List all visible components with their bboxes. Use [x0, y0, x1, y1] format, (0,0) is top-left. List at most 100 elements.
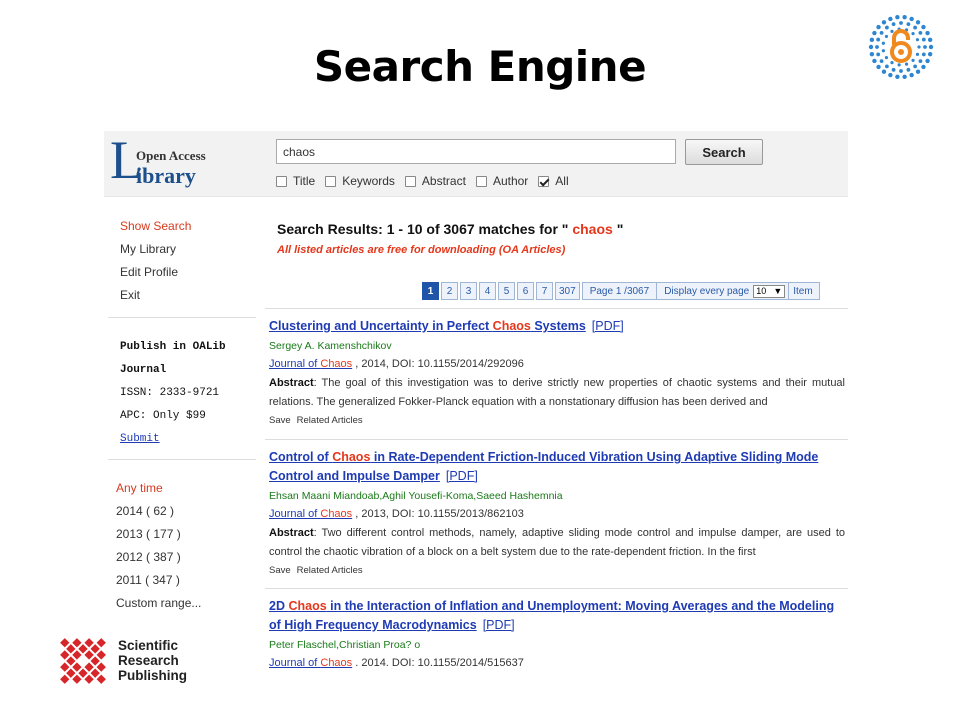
- filter-all[interactable]: All: [538, 174, 569, 188]
- sidebar-item-my-library[interactable]: My Library: [120, 238, 191, 261]
- srp-line-1: Scientific: [118, 638, 179, 653]
- screenshot-panel: L Open Access ibrary Search Title Keywor…: [104, 131, 848, 679]
- pdf-link[interactable]: [PDF]: [483, 618, 515, 632]
- save-link[interactable]: Save: [269, 565, 291, 576]
- journal-link[interactable]: Journal of Chaos: [269, 657, 352, 669]
- oa-dot: [876, 52, 881, 57]
- srp-square: [90, 644, 100, 654]
- oa-dot: [913, 25, 918, 30]
- oa-dot: [899, 21, 903, 25]
- oa-dot: [884, 64, 889, 69]
- filter-label: All: [555, 174, 569, 188]
- time-filter-any[interactable]: Any time: [116, 477, 201, 500]
- time-filter-custom[interactable]: Custom range...: [116, 592, 201, 615]
- result-title-link[interactable]: Clustering and Uncertainty in Perfect Ch…: [269, 317, 845, 336]
- open-access-library-logo[interactable]: L Open Access ibrary: [110, 133, 230, 191]
- oa-dot: [904, 62, 909, 66]
- srp-square: [84, 674, 94, 684]
- title-text: Clustering and Uncertainty in Perfect: [269, 319, 493, 333]
- srp-square: [96, 650, 106, 660]
- filter-author-checkbox[interactable]: [475, 175, 487, 187]
- sidebar-item-exit[interactable]: Exit: [120, 284, 191, 307]
- filter-label: Abstract: [421, 174, 466, 188]
- oa-dot: [915, 38, 920, 42]
- page-link-1[interactable]: 1: [422, 282, 439, 300]
- page-link-5[interactable]: 5: [498, 282, 515, 300]
- page-link-6[interactable]: 6: [517, 282, 534, 300]
- journal-name: Journal of: [269, 508, 321, 520]
- submit-link[interactable]: Submit: [120, 428, 226, 451]
- oa-dot: [915, 20, 921, 25]
- sidebar-item-edit-profile[interactable]: Edit Profile: [120, 261, 191, 284]
- oa-dot: [913, 64, 918, 69]
- page-link-2[interactable]: 2: [441, 282, 458, 300]
- abstract-text: : The goal of this investigation was to …: [269, 377, 845, 408]
- srp-square: [78, 644, 88, 654]
- page-info: Page 1 /3067: [581, 282, 658, 300]
- filter-keywords-checkbox[interactable]: [325, 175, 337, 187]
- issn-text: ISSN: 2333-9721: [120, 387, 220, 399]
- pdf-link[interactable]: [PDF]: [592, 319, 624, 333]
- filter-abstract[interactable]: Abstract: [404, 174, 466, 188]
- page-link-3[interactable]: 3: [460, 282, 477, 300]
- result-title-link[interactable]: 2D Chaos in the Interaction of Inflation…: [269, 597, 845, 635]
- oa-dot: [918, 59, 923, 64]
- oa-dot: [876, 37, 881, 42]
- oa-dot: [881, 20, 887, 25]
- title-text: 2D: [269, 599, 289, 613]
- results-heading-prefix: Search Results: 1 - 10 of 3067 matches f…: [277, 221, 569, 237]
- page-link-last[interactable]: 307: [555, 282, 580, 300]
- filter-title-checkbox[interactable]: [276, 175, 287, 187]
- search-button[interactable]: Search: [685, 139, 763, 165]
- oa-dot: [925, 58, 930, 64]
- page-link-4[interactable]: 4: [479, 282, 496, 300]
- sidebar-item-show-search[interactable]: Show Search: [120, 215, 191, 238]
- journal-name: Journal of: [269, 358, 321, 370]
- oa-dot: [890, 29, 894, 34]
- oa-dot: [906, 22, 911, 27]
- result-authors: Peter Flaschel,Christian Proa? o: [269, 639, 421, 651]
- abstract-label: Abstract: [269, 377, 314, 389]
- filter-title[interactable]: Title: [276, 174, 315, 188]
- save-link[interactable]: Save: [269, 415, 291, 426]
- filter-label: Author: [492, 174, 529, 188]
- display-every-page: Display every page 10 ▼: [657, 282, 790, 300]
- result-actions: Save Related Articles: [269, 563, 845, 579]
- page-link-7[interactable]: 7: [536, 282, 553, 300]
- time-filter-2011[interactable]: 2011 ( 347 ): [116, 569, 201, 592]
- time-filter-2013[interactable]: 2013 ( 177 ): [116, 523, 201, 546]
- oa-dot: [872, 58, 877, 64]
- pdf-link[interactable]: [PDF]: [446, 469, 478, 483]
- oa-dot: [906, 67, 911, 72]
- search-input[interactable]: [276, 139, 676, 164]
- result-item: Clustering and Uncertainty in Perfect Ch…: [269, 317, 845, 429]
- oa-dot: [888, 72, 893, 78]
- filter-keywords[interactable]: Keywords: [325, 174, 395, 188]
- related-articles-link[interactable]: Related Articles: [297, 415, 363, 426]
- filter-author[interactable]: Author: [475, 174, 529, 188]
- srp-wordmark: Scientific Research Publishing: [118, 638, 187, 683]
- related-articles-link[interactable]: Related Articles: [297, 565, 363, 576]
- filter-abstract-checkbox[interactable]: [404, 175, 416, 187]
- srp-square: [66, 644, 76, 654]
- result-title-link[interactable]: Control of Chaos in Rate-Dependent Frict…: [269, 448, 845, 486]
- journal-info: , 2013, DOI: 10.1155/2013/862103: [352, 508, 524, 520]
- journal-link[interactable]: Journal of Chaos: [269, 358, 352, 370]
- journal-link[interactable]: Journal of Chaos: [269, 508, 352, 520]
- srp-square: [66, 656, 76, 666]
- result-journal: Journal of Chaos . 2014. DOI: 10.1155/20…: [269, 654, 845, 672]
- result-item: Control of Chaos in Rate-Dependent Frict…: [269, 448, 845, 579]
- oa-dot: [928, 44, 934, 50]
- oa-dot: [925, 30, 930, 36]
- per-page-select[interactable]: 10 ▼: [753, 284, 786, 298]
- time-filter-2012[interactable]: 2012 ( 387 ): [116, 546, 201, 569]
- filter-all-checkbox[interactable]: [538, 175, 550, 187]
- oa-dot: [868, 44, 874, 50]
- oa-dot: [876, 64, 881, 70]
- oa-dot: [895, 15, 900, 20]
- time-filter-2014[interactable]: 2014 ( 62 ): [116, 500, 201, 523]
- result-authors: Ehsan Maani Miandoab,Aghil Yousefi-Koma,…: [269, 490, 563, 502]
- title-highlight: Chaos: [288, 599, 327, 613]
- result-divider: [265, 439, 848, 440]
- title-text: Control of: [269, 450, 333, 464]
